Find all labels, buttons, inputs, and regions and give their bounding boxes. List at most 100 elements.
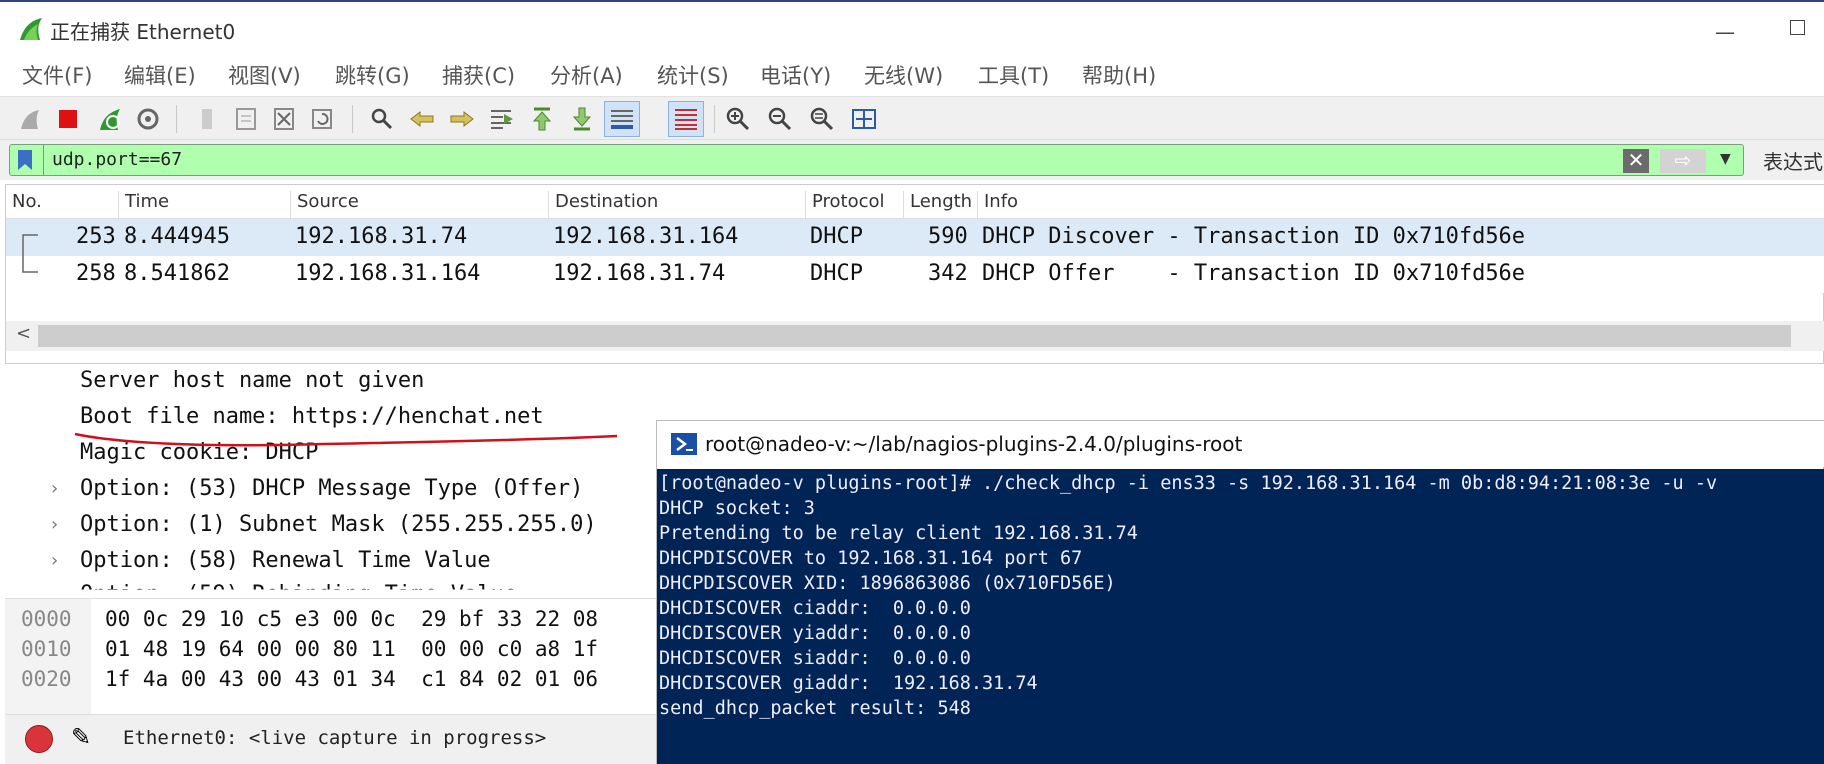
byte-hex[interactable]: 1f 4a 00 43 00 43 01 34 c1 84 02 01 06 xyxy=(105,667,598,691)
detail-line[interactable]: Server host name not given xyxy=(80,368,424,393)
title-bar: 正在捕获 Ethernet0 — xyxy=(0,0,1824,58)
minimize-button[interactable]: — xyxy=(1715,20,1735,44)
menu-analyze[interactable]: 分析(A) xyxy=(550,60,623,90)
byte-offset: 0010 xyxy=(21,637,72,661)
detail-line[interactable]: Option: (53) DHCP Message Type (Offer) xyxy=(80,476,583,501)
byte-offset: 0020 xyxy=(21,667,72,691)
col-time[interactable]: Time xyxy=(118,191,169,221)
bookmark-icon[interactable] xyxy=(16,149,34,171)
terminal-line: DHCDISCOVER giaddr: 192.168.31.74 xyxy=(659,673,1038,694)
normal-size-icon[interactable] xyxy=(804,101,840,137)
menu-view[interactable]: 视图(V) xyxy=(228,60,301,90)
clear-filter-button[interactable]: ✕ xyxy=(1623,149,1649,173)
scroll-left-icon[interactable]: < xyxy=(16,323,31,344)
capture-options-icon[interactable] xyxy=(130,101,166,137)
go-back-icon[interactable] xyxy=(404,101,440,137)
terminal-line: [root@nadeo-v plugins-root]# ./check_dhc… xyxy=(659,473,1718,494)
chevron-right-icon[interactable]: › xyxy=(51,514,58,535)
cell-destination: 192.168.31.164 xyxy=(553,224,739,249)
chevron-down-icon[interactable]: ▼ xyxy=(1720,151,1731,167)
table-row[interactable]: 253 8.444945 192.168.31.74 192.168.31.16… xyxy=(6,219,1824,257)
powershell-window: root@nadeo-v:~/lab/nagios-plugins-2.4.0/… xyxy=(656,420,1824,764)
save-file-icon[interactable] xyxy=(228,101,264,137)
menu-telephony[interactable]: 电话(Y) xyxy=(760,60,831,90)
detail-line[interactable]: Option: (58) Renewal Time Value xyxy=(80,548,491,573)
status-text: Ethernet0: <live capture in progress> xyxy=(123,727,547,749)
chevron-right-icon[interactable]: › xyxy=(51,478,58,499)
cell-protocol: DHCP xyxy=(810,224,863,249)
filter-toolbar: udp.port==67 ✕ ⇨ ▼ 表达式 xyxy=(0,140,1824,180)
chevron-right-icon[interactable]: › xyxy=(51,550,58,571)
detail-line[interactable]: Option: (1) Subnet Mask (255.255.255.0) xyxy=(80,512,597,537)
table-row[interactable]: 258 8.541862 192.168.31.164 192.168.31.7… xyxy=(6,256,1824,293)
stop-capture-icon[interactable] xyxy=(50,101,86,137)
apply-filter-button[interactable]: ⇨ xyxy=(1660,149,1706,173)
colorize-icon[interactable] xyxy=(668,101,704,137)
col-no[interactable]: No. xyxy=(6,191,42,221)
maximize-button[interactable] xyxy=(1790,20,1805,35)
packet-list: No. Time Source Destination Protocol Len… xyxy=(5,184,1824,364)
capture-status-icon[interactable] xyxy=(25,725,53,753)
menu-tools[interactable]: 工具(T) xyxy=(978,60,1049,90)
last-packet-icon[interactable] xyxy=(564,101,600,137)
zoom-in-icon[interactable] xyxy=(720,101,756,137)
terminal-title: root@nadeo-v:~/lab/nagios-plugins-2.4.0/… xyxy=(705,432,1243,456)
col-source[interactable]: Source xyxy=(290,191,359,221)
packet-list-header: No. Time Source Destination Protocol Len… xyxy=(6,185,1824,221)
cell-time: 8.541862 xyxy=(124,261,230,286)
col-destination[interactable]: Destination xyxy=(548,191,658,221)
red-underline-annotation xyxy=(74,432,618,447)
shark-fin-icon xyxy=(20,18,42,40)
terminal-line: DHCDISCOVER ciaddr: 0.0.0.0 xyxy=(659,598,971,619)
terminal-title-bar: root@nadeo-v:~/lab/nagios-plugins-2.4.0/… xyxy=(657,421,1824,467)
menu-go[interactable]: 跳转(G) xyxy=(335,60,410,90)
terminal-output[interactable]: [root@nadeo-v plugins-root]# ./check_dhc… xyxy=(657,469,1824,764)
powershell-icon xyxy=(671,433,697,455)
go-forward-icon[interactable] xyxy=(444,101,480,137)
cell-info: DHCP Offer - Transaction ID 0x710fd56e xyxy=(982,261,1526,286)
horizontal-scrollbar[interactable]: < xyxy=(6,321,1824,351)
open-file-icon[interactable] xyxy=(190,101,226,137)
filter-text[interactable]: udp.port==67 xyxy=(52,149,182,170)
restart-capture-icon[interactable] xyxy=(92,101,128,137)
terminal-line: send_dhcp_packet result: 548 xyxy=(659,698,971,719)
capture-comment-icon[interactable]: ✎ xyxy=(71,723,91,751)
auto-scroll-icon[interactable] xyxy=(604,101,640,137)
col-protocol[interactable]: Protocol xyxy=(805,191,885,221)
menu-capture[interactable]: 捕获(C) xyxy=(442,60,515,90)
cell-time: 8.444945 xyxy=(124,224,230,249)
cell-length: 342 xyxy=(928,261,968,286)
menu-wireless[interactable]: 无线(W) xyxy=(864,60,943,90)
menu-bar: 文件(F) 编辑(E) 视图(V) 跳转(G) 捕获(C) 分析(A) 统计(S… xyxy=(0,58,1824,98)
menu-help[interactable]: 帮助(H) xyxy=(1082,60,1156,90)
start-capture-icon[interactable] xyxy=(12,101,48,137)
col-info[interactable]: Info xyxy=(977,191,1018,221)
display-filter-input[interactable]: udp.port==67 ✕ ⇨ ▼ xyxy=(9,144,1744,176)
zoom-out-icon[interactable] xyxy=(762,101,798,137)
resize-columns-icon[interactable] xyxy=(846,101,882,137)
menu-edit[interactable]: 编辑(E) xyxy=(124,60,196,90)
conversation-bracket-icon xyxy=(22,256,38,273)
detail-line[interactable]: Boot file name: https://henchat.net xyxy=(80,404,544,429)
reload-file-icon[interactable] xyxy=(304,101,340,137)
terminal-line: DHCP socket: 3 xyxy=(659,498,815,519)
main-toolbar xyxy=(0,96,1824,140)
terminal-line: DHCDISCOVER yiaddr: 0.0.0.0 xyxy=(659,623,971,644)
terminal-line: DHCPDISCOVER to 192.168.31.164 port 67 xyxy=(659,548,1083,569)
close-file-icon[interactable] xyxy=(266,101,302,137)
first-packet-icon[interactable] xyxy=(524,101,560,137)
cell-no: 253 xyxy=(76,224,116,249)
go-to-packet-icon[interactable] xyxy=(484,101,520,137)
col-length[interactable]: Length xyxy=(903,191,972,221)
cell-length: 590 xyxy=(928,224,968,249)
scrollbar-thumb[interactable] xyxy=(38,325,1791,347)
byte-hex[interactable]: 01 48 19 64 00 00 80 11 00 00 c0 a8 1f xyxy=(105,637,598,661)
cell-info: DHCP Discover - Transaction ID 0x710fd56… xyxy=(982,224,1526,249)
cell-protocol: DHCP xyxy=(810,261,863,286)
expression-button[interactable]: 表达式 xyxy=(1763,146,1823,175)
menu-statistics[interactable]: 统计(S) xyxy=(657,60,729,90)
find-packet-icon[interactable] xyxy=(364,101,400,137)
cell-destination: 192.168.31.74 xyxy=(553,261,726,286)
menu-file[interactable]: 文件(F) xyxy=(22,60,92,90)
byte-hex[interactable]: 00 0c 29 10 c5 e3 00 0c 29 bf 33 22 08 xyxy=(105,607,598,631)
